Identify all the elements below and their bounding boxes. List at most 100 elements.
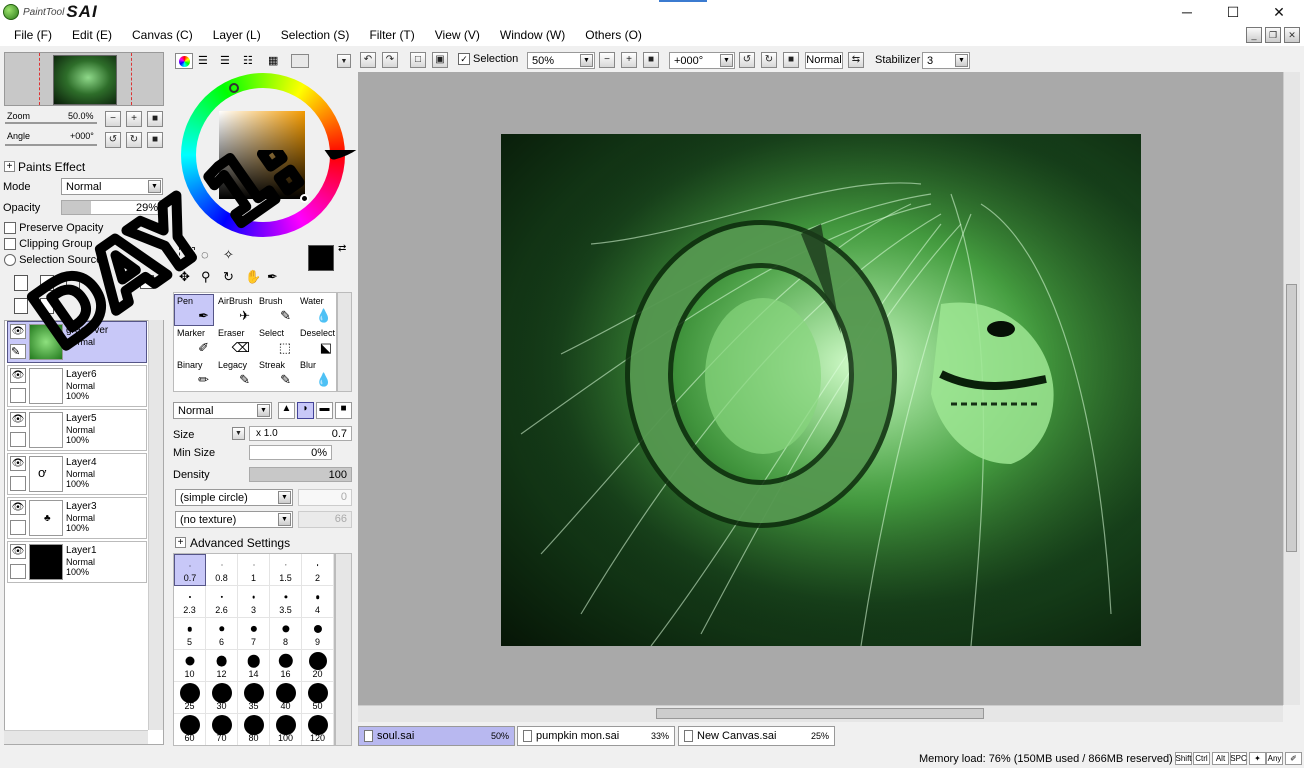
foreground-color-swatch[interactable] — [308, 245, 334, 271]
move-icon[interactable]: ✥ — [179, 269, 190, 285]
brush-size-cell[interactable]: 0.7 — [174, 554, 206, 586]
brush-size-cell[interactable]: 60 — [174, 714, 206, 745]
zoom-dropdown[interactable]: 50% ▼ — [527, 52, 595, 69]
brush-size-cell[interactable]: 16 — [270, 650, 302, 682]
eye-icon[interactable]: 👁 — [10, 324, 26, 339]
lasso-icon[interactable]: ◌ — [201, 247, 209, 262]
canvas-vscroll-thumb[interactable] — [1286, 284, 1297, 552]
canvas-hscrollbar[interactable] — [358, 705, 1283, 722]
density-slider[interactable]: 100 — [249, 467, 352, 482]
brush-shape-dropdown[interactable]: (simple circle) ▼ — [175, 489, 293, 506]
swap-colors-icon[interactable]: ⇄ — [338, 243, 346, 254]
toolbar-rotate-left-button[interactable]: ↺ — [739, 52, 755, 68]
brush-size-cell[interactable]: 40 — [270, 682, 302, 714]
saturation-value-square[interactable] — [219, 111, 305, 199]
brush-size-cell[interactable]: 1.5 — [270, 554, 302, 586]
menu-item-filter[interactable]: Filter (T) — [355, 28, 420, 42]
brush-size-cell[interactable]: 20 — [302, 650, 334, 682]
minimize-button[interactable]: ─ — [1164, 0, 1210, 24]
tool-eraser[interactable]: Eraser ⌫ — [215, 326, 255, 358]
deselect-button[interactable]: □ — [410, 52, 426, 68]
menu-item-canvas[interactable]: Canvas (C) — [118, 28, 199, 42]
view-mode-button[interactable]: Normal — [805, 52, 843, 69]
file-tab[interactable]: pumpkin mon.sai 33% — [517, 726, 675, 746]
brush-size-cell[interactable]: 100 — [270, 714, 302, 745]
shape-square-icon[interactable]: ■ — [335, 402, 352, 419]
mdi-minimize-button[interactable]: _ — [1246, 27, 1262, 43]
eye-icon[interactable]: 👁 — [10, 544, 26, 559]
angle-slider[interactable] — [5, 144, 97, 146]
layer-row[interactable]: 👁 ✎ green ver Normal — [7, 321, 147, 363]
tool-binary[interactable]: Binary ✏ — [174, 358, 214, 390]
redo-button[interactable]: ↷ — [382, 52, 398, 68]
brush-size-cell[interactable]: 120 — [302, 714, 334, 745]
rotate-reset-button[interactable]: ■ — [147, 132, 163, 148]
merge-down-icon[interactable] — [40, 298, 54, 314]
menu-item-others[interactable]: Others (O) — [571, 28, 648, 42]
brush-size-cell[interactable]: 50 — [302, 682, 334, 714]
min-size-slider[interactable]: 0% — [249, 445, 332, 460]
brush-size-cell[interactable]: 70 — [206, 714, 238, 745]
brush-size-cell[interactable]: 30 — [206, 682, 238, 714]
brush-blend-dropdown[interactable]: Normal ▼ — [173, 402, 272, 419]
tool-select[interactable]: Select ⬚ — [256, 326, 296, 358]
brush-size-cell[interactable]: 35 — [238, 682, 270, 714]
rotate-left-button[interactable]: ↺ — [105, 132, 121, 148]
eye-icon[interactable]: 👁 — [10, 500, 26, 515]
canvas-hscroll-thumb[interactable] — [656, 708, 984, 719]
toolbar-zoom-reset-button[interactable]: ■ — [643, 52, 659, 68]
brush-size-cell[interactable]: 3 — [238, 586, 270, 618]
tool-blur[interactable]: Blur 💧 — [297, 358, 337, 390]
advanced-expand-icon[interactable]: + — [175, 537, 186, 548]
layer-row[interactable]: 👁 Layer5 Normal 100% — [7, 409, 147, 451]
rgb-slider-tab-icon[interactable]: ☰ — [198, 54, 216, 68]
shape-flat-icon[interactable]: ▬ — [316, 402, 333, 419]
menu-item-layer[interactable]: Layer (L) — [199, 28, 267, 42]
tool-airbrush[interactable]: AirBrush ✈ — [215, 294, 255, 326]
brush-size-cell[interactable]: 0.8 — [206, 554, 238, 586]
menu-item-file[interactable]: File (F) — [0, 28, 58, 42]
menu-item-view[interactable]: View (V) — [421, 28, 486, 42]
layer-scrollbar[interactable] — [148, 320, 163, 730]
hand-icon[interactable]: ✋ — [245, 269, 261, 285]
close-button[interactable]: ✕ — [1256, 0, 1302, 24]
flip-button[interactable]: ⇆ — [848, 52, 864, 68]
modifier-key-4[interactable]: ✦ — [1249, 752, 1266, 765]
hue-handle[interactable] — [229, 83, 239, 93]
angle-dropdown[interactable]: +000° ▼ — [669, 52, 735, 69]
new-layer-icon[interactable] — [14, 275, 28, 291]
mdi-close-button[interactable]: ✕ — [1284, 27, 1300, 43]
undo-button[interactable]: ↶ — [360, 52, 376, 68]
sv-handle[interactable] — [300, 194, 309, 203]
file-tab[interactable]: soul.sai 50% — [358, 726, 515, 746]
preserve-opacity-checkbox[interactable]: Preserve Opacity — [4, 222, 103, 235]
zoom-out-button[interactable]: − — [105, 111, 121, 127]
brush-size-cell[interactable]: 9 — [302, 618, 334, 650]
brush-size-cell[interactable]: 12 — [206, 650, 238, 682]
brush-size-cell[interactable]: 2 — [302, 554, 334, 586]
scratchpad-tab-icon[interactable]: ▦ — [268, 54, 286, 68]
layer-lock-checkbox[interactable] — [10, 564, 26, 579]
brush-size-cell[interactable]: 5 — [174, 618, 206, 650]
shape-round-icon[interactable]: ◗ — [297, 402, 314, 419]
brush-size-cell[interactable]: 8 — [270, 618, 302, 650]
zoom-slider[interactable] — [5, 122, 97, 124]
tool-water[interactable]: Water 💧 — [297, 294, 337, 326]
hsv-slider-tab-icon[interactable]: ☰ — [220, 54, 238, 68]
brush-size-cell[interactable]: 25 — [174, 682, 206, 714]
tool-marker[interactable]: Marker ✐ — [174, 326, 214, 358]
magic-wand-icon[interactable]: ✧ — [223, 247, 234, 263]
clipping-group-checkbox[interactable]: Clipping Group — [4, 238, 92, 251]
transfer-down-icon[interactable] — [14, 298, 28, 314]
stabilizer-dropdown[interactable]: 3 ▼ — [922, 52, 970, 69]
rect-select-icon[interactable] — [179, 247, 195, 261]
invert-selection-button[interactable]: ▣ — [432, 52, 448, 68]
opacity-slider[interactable]: 29% — [61, 200, 163, 215]
tool-legacy[interactable]: Legacy ✎ — [215, 358, 255, 390]
brush-size-cell[interactable]: 14 — [238, 650, 270, 682]
navigator-preview[interactable] — [4, 52, 164, 106]
toolbar-rotate-reset-button[interactable]: ■ — [783, 52, 799, 68]
brush-size-cell[interactable]: 4 — [302, 586, 334, 618]
selection-source-checkbox[interactable]: Selection Source — [4, 254, 102, 267]
zoom-in-button[interactable]: + — [126, 111, 142, 127]
